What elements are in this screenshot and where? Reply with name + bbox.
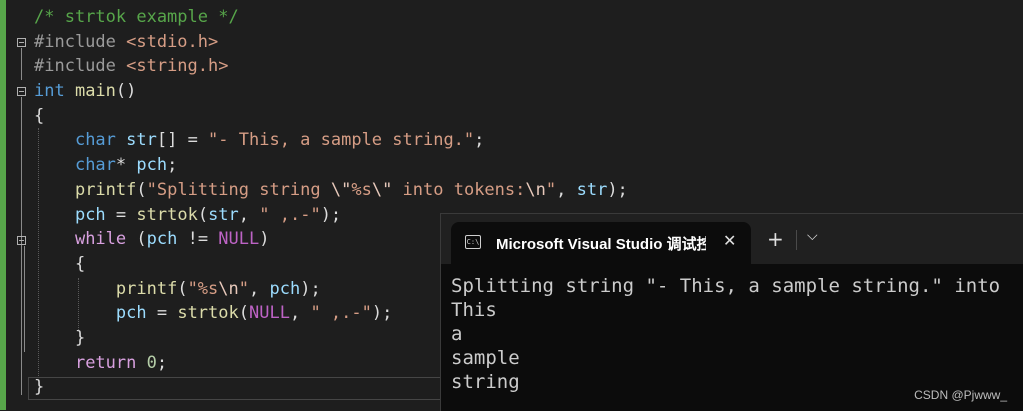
code-token: return [74, 352, 147, 373]
code-token: printf [74, 179, 137, 200]
code-line-1[interactable]: /* strtok example */ [34, 5, 628, 30]
code-token: main [74, 81, 116, 102]
code-token: , [249, 278, 270, 299]
code-line-6[interactable]: char str[] = "- This, a sample string."; [34, 128, 628, 153]
fold-line-while [24, 246, 25, 352]
code-token: <stdio.h> [126, 31, 219, 52]
code-token: " [238, 278, 250, 299]
code-token: str [126, 130, 157, 151]
code-token: { [34, 253, 86, 274]
collapse-include-icon[interactable] [17, 38, 26, 47]
code-token: , [556, 179, 577, 200]
code-token: #include [34, 31, 127, 52]
code-token: <string.h> [126, 56, 229, 77]
code-token: NULL [218, 229, 260, 250]
code-token: , [289, 303, 311, 324]
code-token: ; [167, 155, 178, 176]
code-token: ; [474, 130, 485, 151]
code-token: ); [371, 303, 393, 324]
code-token: "- This, a sample string." [208, 130, 475, 151]
fold-line-main [21, 97, 22, 395]
code-token: " [545, 179, 557, 200]
code-token: pch [74, 204, 106, 225]
code-token: strtok [177, 303, 239, 324]
code-line-8[interactable]: printf("Splitting string \"%s\" into tok… [34, 178, 628, 203]
code-token: pch [269, 278, 301, 299]
code-token: ( [177, 278, 188, 299]
code-token: ( [238, 303, 249, 324]
code-token: { [34, 105, 45, 126]
code-token: \" [330, 179, 352, 200]
terminal-tab[interactable]: C:\ Microsoft Visual Studio 调试控 ✕ [451, 222, 751, 264]
code-token: ); [320, 204, 342, 225]
code-token: pch [136, 155, 168, 176]
code-token: into tokens: [392, 179, 526, 200]
debug-console-window[interactable]: C:\ Microsoft Visual Studio 调试控 ✕ + ⌵ Sp… [440, 213, 1023, 411]
code-line-7[interactable]: char* pch; [34, 153, 628, 178]
code-token: ( [197, 204, 209, 225]
code-token: char [74, 155, 116, 176]
code-token: \n [218, 278, 239, 299]
code-token: while [74, 229, 127, 250]
code-token: %s [351, 179, 372, 200]
code-token: " ,.-" [310, 303, 372, 324]
code-token: ( [136, 179, 147, 200]
code-token: ( [126, 229, 147, 250]
code-token: pch [115, 303, 147, 324]
code-token: ); [607, 179, 628, 200]
chevron-down-icon[interactable]: ⌵ [807, 228, 818, 244]
code-token: char [74, 130, 127, 151]
code-token: strtok [136, 204, 198, 225]
code-token: NULL [249, 303, 290, 324]
code-token: pch [146, 229, 178, 250]
code-token: 0 [146, 352, 157, 373]
code-token: ) [259, 229, 270, 250]
code-token: = [105, 204, 137, 225]
terminal-titlebar[interactable]: C:\ Microsoft Visual Studio 调试控 ✕ + ⌵ [441, 214, 1023, 264]
code-token: printf [115, 278, 178, 299]
terminal-output: Splitting string "- This, a sample strin… [451, 275, 1001, 393]
code-token: } [34, 327, 86, 348]
code-token: } [34, 377, 45, 398]
code-token: () [115, 81, 137, 102]
code-token: , [238, 204, 260, 225]
code-token: /* strtok example */ [34, 7, 239, 27]
code-token: ; [156, 352, 168, 373]
plus-icon[interactable]: + [767, 229, 784, 249]
collapse-while-icon[interactable] [17, 236, 26, 245]
code-line-5[interactable]: { [34, 104, 628, 129]
code-line-2[interactable]: #include <stdio.h> [34, 30, 628, 55]
code-token: != [177, 229, 219, 250]
close-icon[interactable]: ✕ [723, 231, 736, 250]
code-token: \n [525, 179, 546, 200]
console-icon: C:\ [465, 235, 481, 249]
code-token: "Splitting string [146, 179, 331, 200]
code-token: [] = [156, 130, 209, 151]
code-token: "%s [187, 278, 219, 299]
code-token: * [115, 155, 137, 176]
code-token: = [146, 303, 178, 324]
titlebar-divider [796, 230, 797, 250]
code-token: str [208, 204, 239, 225]
code-token: " ,.-" [259, 204, 321, 225]
code-line-4[interactable]: int main() [34, 79, 628, 104]
tab-title: Microsoft Visual Studio 调试控 [496, 236, 706, 253]
code-token: str [576, 179, 608, 200]
watermark: CSDN @Pjwww_ [914, 388, 1007, 402]
code-token: int [34, 81, 75, 102]
code-token: \" [371, 179, 393, 200]
code-token: #include [34, 56, 127, 77]
code-token: ); [300, 278, 321, 299]
fold-line-include [21, 48, 22, 80]
code-line-3[interactable]: #include <string.h> [34, 54, 628, 79]
collapse-main-icon[interactable] [17, 87, 26, 96]
